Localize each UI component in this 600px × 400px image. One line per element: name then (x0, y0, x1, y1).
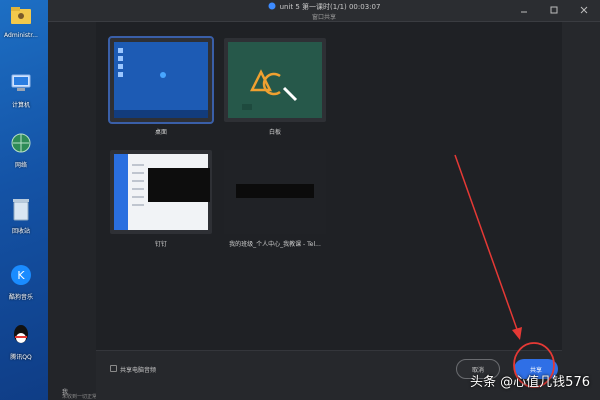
desktop-icon-label: 网络 (14, 162, 27, 169)
svg-text:K: K (17, 269, 25, 282)
kugou-icon: K (8, 262, 34, 288)
desktop-icon-label: 计算机 (11, 102, 30, 109)
recycle-bin-icon (8, 196, 34, 222)
close-button[interactable] (578, 4, 590, 16)
share-option-caption: 我的班级_个人中心_我教课 - Tel... (229, 241, 321, 248)
thumbnail-frame (224, 38, 326, 122)
desktop-preview (114, 42, 208, 118)
app-side-panel (48, 22, 96, 400)
share-option-desktop[interactable]: 桌面 (108, 36, 214, 136)
desktop-icon-label: Administr... (4, 32, 38, 39)
desktop-icon-qq[interactable]: 腾讯QQ (2, 322, 40, 374)
share-audio-label: 共享电脑音频 (120, 367, 157, 374)
app-logo-icon (268, 2, 276, 12)
close-icon (580, 6, 588, 14)
share-audio-checkbox[interactable] (110, 365, 117, 372)
desktop-icon-recycle-bin[interactable]: 回收站 (2, 196, 40, 248)
desktop-icon-label: 腾讯QQ (10, 354, 32, 361)
desktop-icon-computer[interactable]: 计算机 (2, 70, 40, 122)
browser-window-preview (224, 150, 326, 234)
desktop-icon-label: 酷狗音乐 (8, 294, 33, 301)
window-titlebar: unit 5 第一课时(1/1) 00:03:07 窗口共享 (48, 0, 600, 22)
maximize-button[interactable] (548, 4, 560, 16)
dingtalk-preview (114, 154, 210, 230)
thumbnail-frame (110, 150, 212, 234)
qq-icon (8, 322, 34, 348)
thumbnail-frame (108, 36, 214, 124)
watermark: 头条 @心值几钱576 (470, 375, 590, 390)
desktop-icon-administrator[interactable]: Administr... (2, 2, 40, 54)
whiteboard-preview (228, 42, 322, 118)
minimize-button[interactable] (518, 4, 530, 16)
share-option-browser-window[interactable]: 我的班级_个人中心_我教课 - Tel... (224, 150, 326, 248)
maximize-icon (550, 6, 558, 14)
whiteboard-shapes-icon (242, 69, 298, 110)
sidebar-hint-text: 未收到一切正常 (62, 394, 98, 400)
share-option-caption: 钉钉 (154, 241, 167, 248)
minimize-icon (521, 11, 527, 13)
desktop-icon-network[interactable]: 网络 (2, 130, 40, 182)
desktop-icon-kugou[interactable]: K 酷狗音乐 (2, 262, 40, 314)
windows-desktop: Administr... 计算机 网络 回收站 K 酷狗音乐 腾讯QQ (0, 0, 48, 400)
user-folder-icon (8, 2, 34, 28)
app-right-panel (562, 22, 600, 400)
window-share-dialog: 桌面 白板 钉钉 我的班级_个人中心_我教课 - Tel... (96, 22, 562, 400)
share-option-dingtalk[interactable]: 钉钉 (110, 150, 212, 248)
network-icon (8, 130, 34, 156)
desktop-icon-label: 回收站 (11, 228, 30, 235)
window-title: unit 5 第一课时(1/1) 00:03:07 (279, 3, 381, 11)
share-option-whiteboard[interactable]: 白板 (224, 38, 326, 136)
share-option-caption: 桌面 (154, 129, 167, 136)
computer-icon (8, 70, 34, 96)
thumbnail-frame (224, 150, 326, 234)
share-option-caption: 白板 (268, 129, 281, 136)
